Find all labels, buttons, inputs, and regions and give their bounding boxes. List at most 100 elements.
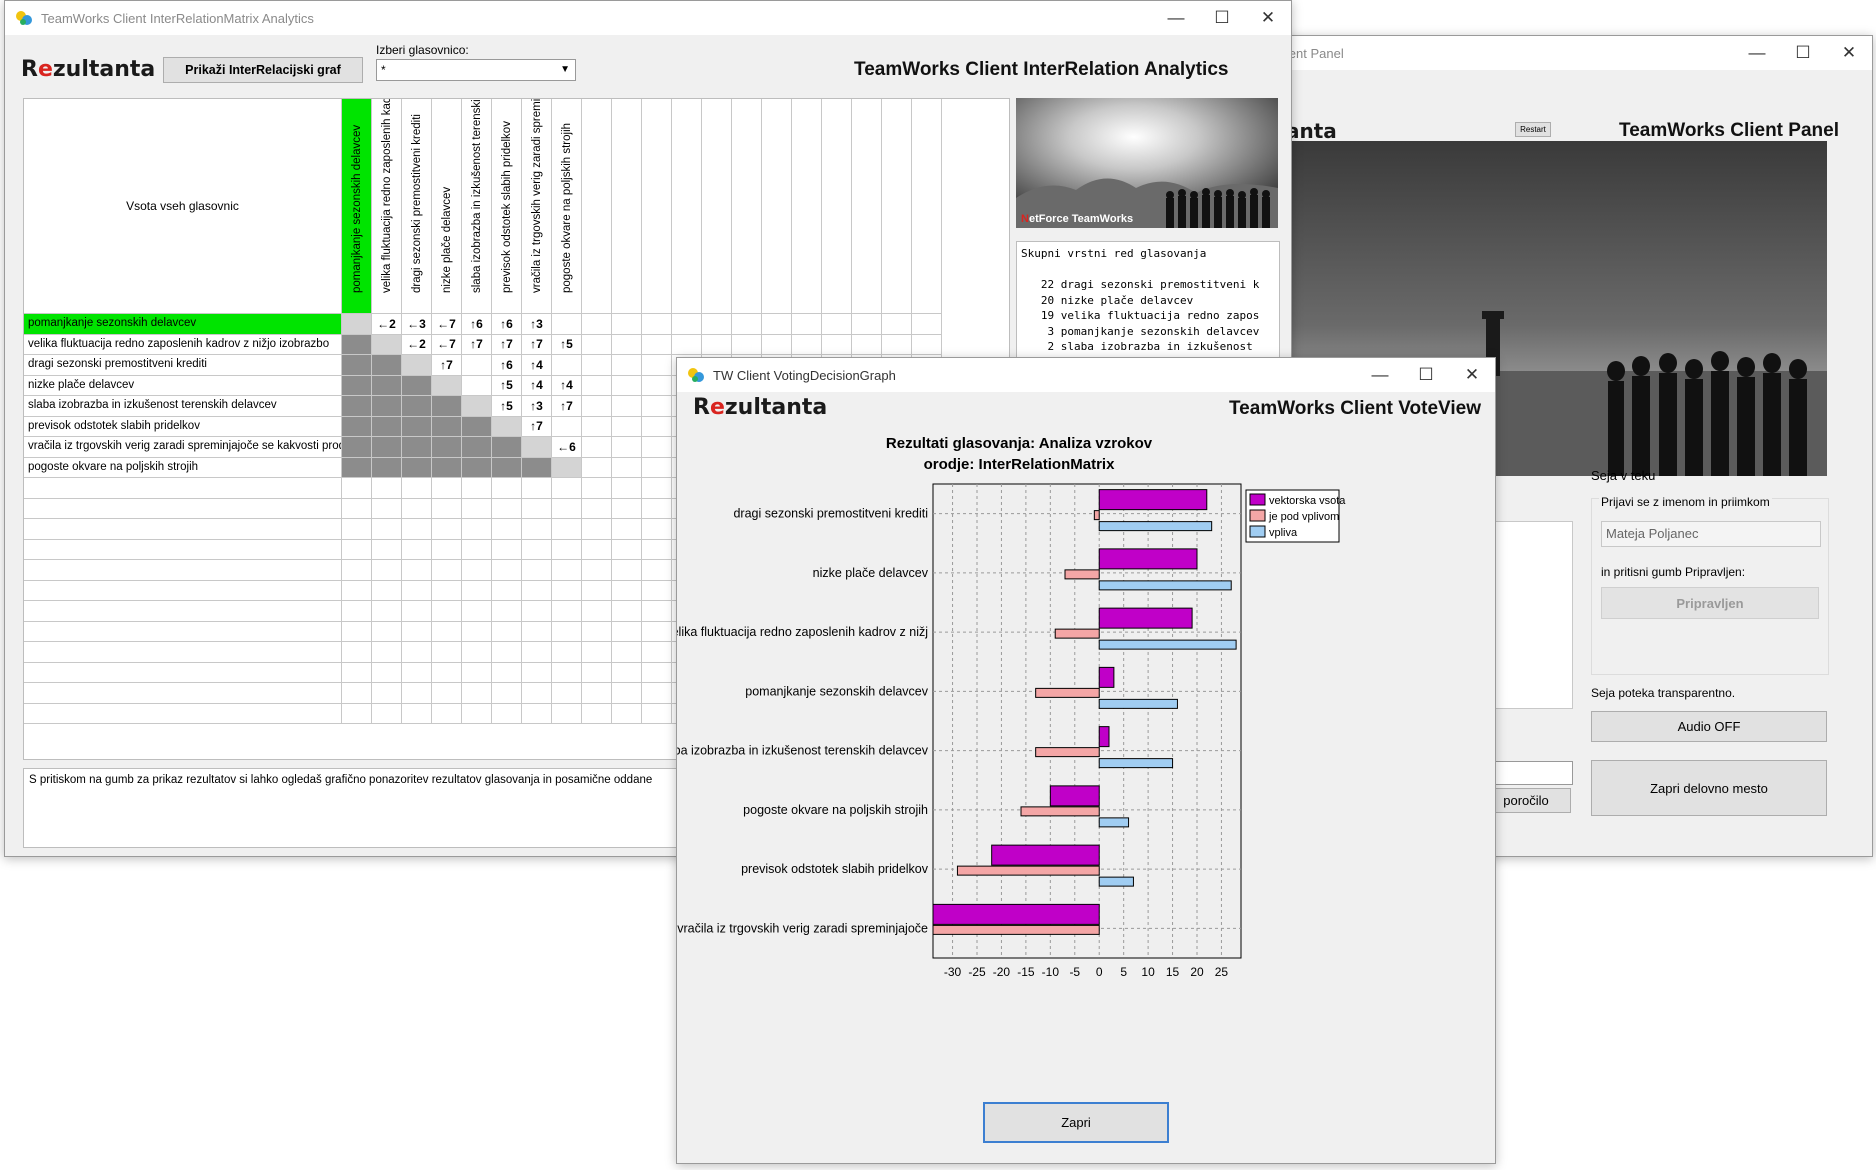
matrix-cell[interactable] <box>402 560 432 581</box>
matrix-cell[interactable] <box>342 539 372 560</box>
matrix-cell[interactable] <box>342 683 372 704</box>
matrix-cell[interactable]: ↑4 <box>522 375 552 396</box>
matrix-cell[interactable] <box>402 437 432 458</box>
matrix-cell[interactable] <box>582 621 612 642</box>
matrix-cell[interactable] <box>642 396 672 417</box>
matrix-cell[interactable] <box>432 457 462 478</box>
matrix-cell[interactable] <box>612 437 642 458</box>
matrix-cell[interactable] <box>792 334 822 355</box>
matrix-cell[interactable] <box>492 642 522 663</box>
matrix-row-label[interactable]: slaba izobrazba in izkušenost terenskih … <box>24 396 342 417</box>
matrix-cell[interactable] <box>582 519 612 540</box>
matrix-cell[interactable] <box>402 580 432 601</box>
matrix-cell[interactable] <box>372 375 402 396</box>
matrix-column-header[interactable]: pogoste okvare na poljskih strojih <box>552 99 582 314</box>
matrix-cell[interactable] <box>612 519 642 540</box>
matrix-cell[interactable] <box>852 334 882 355</box>
matrix-cell[interactable] <box>522 621 552 642</box>
matrix-row-label[interactable]: velika fluktuacija redno zaposlenih kadr… <box>24 334 342 355</box>
minimize-icon[interactable]: — <box>1357 358 1403 392</box>
matrix-cell[interactable] <box>402 683 432 704</box>
matrix-column-header[interactable] <box>642 99 672 314</box>
matrix-cell[interactable] <box>612 601 642 622</box>
matrix-cell[interactable]: ↑5 <box>492 375 522 396</box>
matrix-row-label[interactable] <box>24 498 342 519</box>
matrix-cell[interactable] <box>462 560 492 581</box>
matrix-cell[interactable] <box>552 601 582 622</box>
matrix-cell[interactable] <box>432 478 462 499</box>
matrix-cell[interactable] <box>612 621 642 642</box>
matrix-cell[interactable] <box>342 478 372 499</box>
matrix-cell[interactable] <box>522 539 552 560</box>
matrix-column-header[interactable]: slaba izobrazba in izkušenost terenskih … <box>462 99 492 314</box>
matrix-cell[interactable] <box>372 478 402 499</box>
matrix-row-label[interactable]: nizke plače delavcev <box>24 375 342 396</box>
matrix-column-header[interactable]: vračila iz trgovskih verig zaradi spremi… <box>522 99 552 314</box>
matrix-cell[interactable] <box>912 314 942 335</box>
matrix-cell[interactable] <box>582 601 612 622</box>
matrix-cell[interactable] <box>522 642 552 663</box>
close-icon[interactable]: ✕ <box>1826 36 1872 70</box>
matrix-cell[interactable] <box>582 539 612 560</box>
matrix-cell[interactable] <box>432 580 462 601</box>
matrix-column-header[interactable] <box>702 99 732 314</box>
matrix-row-label[interactable] <box>24 560 342 581</box>
matrix-cell[interactable] <box>642 478 672 499</box>
matrix-cell[interactable] <box>462 683 492 704</box>
matrix-cell[interactable] <box>612 457 642 478</box>
matrix-cell[interactable] <box>912 334 942 355</box>
matrix-cell[interactable] <box>462 375 492 396</box>
matrix-cell[interactable] <box>402 375 432 396</box>
matrix-cell[interactable] <box>342 580 372 601</box>
matrix-cell[interactable] <box>522 601 552 622</box>
matrix-cell[interactable] <box>552 457 582 478</box>
matrix-row-label[interactable] <box>24 683 342 704</box>
matrix-cell[interactable]: ←2 <box>372 314 402 335</box>
matrix-cell[interactable] <box>642 580 672 601</box>
matrix-cell[interactable] <box>612 396 642 417</box>
matrix-column-header[interactable]: velika fluktuacija redno zaposlenih kadr… <box>372 99 402 314</box>
matrix-row-label[interactable] <box>24 539 342 560</box>
matrix-cell[interactable] <box>462 580 492 601</box>
matrix-cell[interactable] <box>612 478 642 499</box>
matrix-cell[interactable]: ↑7 <box>462 334 492 355</box>
matrix-cell[interactable] <box>402 662 432 683</box>
matrix-cell[interactable] <box>492 662 522 683</box>
matrix-cell[interactable] <box>522 478 552 499</box>
matrix-row-label[interactable] <box>24 621 342 642</box>
matrix-cell[interactable] <box>612 334 642 355</box>
matrix-cell[interactable] <box>612 580 642 601</box>
matrix-cell[interactable] <box>822 314 852 335</box>
matrix-cell[interactable] <box>342 396 372 417</box>
close-voteview-button[interactable]: Zapri <box>983 1102 1169 1143</box>
matrix-cell[interactable] <box>552 519 582 540</box>
matrix-cell[interactable] <box>372 580 402 601</box>
matrix-cell[interactable]: ↑7 <box>432 355 462 376</box>
matrix-cell[interactable] <box>642 416 672 437</box>
matrix-cell[interactable] <box>432 601 462 622</box>
matrix-cell[interactable]: ↑3 <box>522 314 552 335</box>
matrix-cell[interactable] <box>402 519 432 540</box>
matrix-cell[interactable] <box>672 334 702 355</box>
matrix-cell[interactable] <box>552 478 582 499</box>
matrix-cell[interactable] <box>582 314 612 335</box>
matrix-column-header[interactable] <box>912 99 942 314</box>
matrix-cell[interactable] <box>492 478 522 499</box>
matrix-cell[interactable] <box>582 437 612 458</box>
matrix-cell[interactable] <box>342 334 372 355</box>
matrix-cell[interactable] <box>432 621 462 642</box>
matrix-cell[interactable] <box>732 314 762 335</box>
matrix-cell[interactable] <box>342 457 372 478</box>
matrix-cell[interactable] <box>492 560 522 581</box>
matrix-cell[interactable] <box>612 416 642 437</box>
matrix-cell[interactable] <box>642 662 672 683</box>
matrix-cell[interactable] <box>642 683 672 704</box>
matrix-cell[interactable] <box>462 396 492 417</box>
matrix-cell[interactable] <box>642 498 672 519</box>
matrix-cell[interactable] <box>462 416 492 437</box>
ballot-select[interactable]: * ▼ <box>376 59 576 81</box>
matrix-cell[interactable] <box>762 334 792 355</box>
matrix-cell[interactable] <box>432 437 462 458</box>
matrix-cell[interactable] <box>432 642 462 663</box>
matrix-cell[interactable] <box>402 621 432 642</box>
